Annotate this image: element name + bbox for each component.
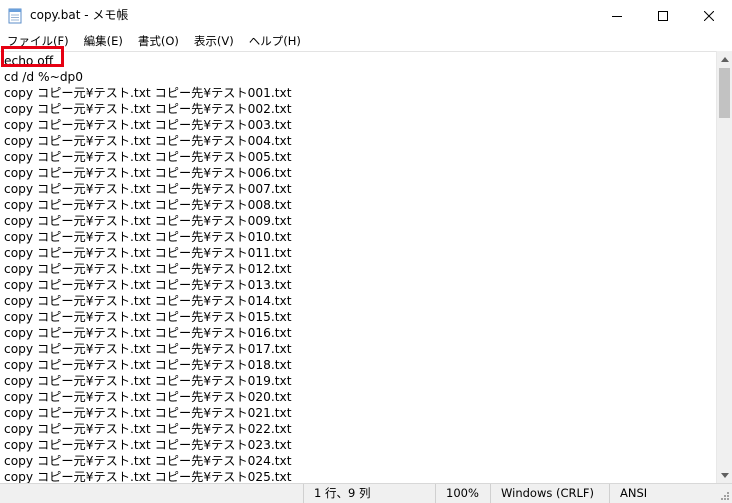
scroll-thumb[interactable] [719,68,730,118]
text-line[interactable]: echo off [4,53,292,69]
maximize-button[interactable] [640,0,686,31]
scroll-up-button[interactable] [717,51,732,67]
text-line[interactable]: copy コピー元¥テスト.txt コピー先¥テスト012.txt [4,261,292,277]
resize-grip-icon[interactable] [718,487,730,501]
scroll-down-button[interactable] [717,467,732,483]
status-zoom: 100% [435,484,490,503]
title-bar[interactable]: copy.bat - メモ帳 [0,0,732,31]
text-line[interactable]: copy コピー元¥テスト.txt コピー先¥テスト022.txt [4,421,292,437]
notepad-icon [8,8,22,24]
close-icon [704,10,714,21]
menu-file[interactable]: ファイル(F) [0,32,76,50]
minimize-button[interactable] [594,0,640,31]
text-line[interactable]: copy コピー元¥テスト.txt コピー先¥テスト018.txt [4,357,292,373]
close-button[interactable] [686,0,732,31]
text-line[interactable]: copy コピー元¥テスト.txt コピー先¥テスト001.txt [4,85,292,101]
text-line[interactable]: copy コピー元¥テスト.txt コピー先¥テスト016.txt [4,325,292,341]
menu-bar: ファイル(F) 編集(E) 書式(O) 表示(V) ヘルプ(H) [0,31,732,51]
status-encoding: ANSI [609,484,716,503]
text-line[interactable]: copy コピー元¥テスト.txt コピー先¥テスト014.txt [4,293,292,309]
scroll-down-arrow-icon [721,472,729,478]
text-line[interactable]: copy コピー元¥テスト.txt コピー先¥テスト004.txt [4,133,292,149]
minimize-icon [612,15,622,17]
menu-help[interactable]: ヘルプ(H) [242,32,308,50]
status-line-ending: Windows (CRLF) [490,484,609,503]
text-line[interactable]: copy コピー元¥テスト.txt コピー先¥テスト002.txt [4,101,292,117]
text-line[interactable]: copy コピー元¥テスト.txt コピー先¥テスト024.txt [4,453,292,469]
text-line[interactable]: copy コピー元¥テスト.txt コピー先¥テスト023.txt [4,437,292,453]
text-editor[interactable]: echo off cd /d %~dp0 copy コピー元¥テスト.txt コピー… [0,51,716,484]
vertical-scrollbar[interactable] [716,51,732,483]
text-line[interactable]: copy コピー元¥テスト.txt コピー先¥テスト017.txt [4,341,292,357]
text-line[interactable]: copy コピー元¥テスト.txt コピー先¥テスト015.txt [4,309,292,325]
maximize-icon [658,10,668,21]
text-line[interactable]: copy コピー元¥テスト.txt コピー先¥テスト010.txt [4,229,292,245]
text-line[interactable]: copy コピー元¥テスト.txt コピー先¥テスト007.txt [4,181,292,197]
text-line[interactable]: copy コピー元¥テスト.txt コピー先¥テスト009.txt [4,213,292,229]
menu-format[interactable]: 書式(O) [131,32,186,50]
text-line[interactable]: copy コピー元¥テスト.txt コピー先¥テスト011.txt [4,245,292,261]
text-line[interactable]: copy コピー元¥テスト.txt コピー先¥テスト021.txt [4,405,292,421]
text-line[interactable]: copy コピー元¥テスト.txt コピー先¥テスト013.txt [4,277,292,293]
status-bar: 1 行、9 列 100% Windows (CRLF) ANSI [0,483,732,503]
window-title: copy.bat - メモ帳 [30,8,129,22]
text-line[interactable]: copy コピー元¥テスト.txt コピー先¥テスト006.txt [4,165,292,181]
text-line[interactable]: copy コピー元¥テスト.txt コピー先¥テスト003.txt [4,117,292,133]
editor-text[interactable]: echo off cd /d %~dp0 copy コピー元¥テスト.txt コピー… [4,53,292,484]
text-line[interactable]: copy コピー元¥テスト.txt コピー先¥テスト005.txt [4,149,292,165]
text-line[interactable]: copy コピー元¥テスト.txt コピー先¥テスト025.txt [4,469,292,484]
text-line[interactable]: cd /d %~dp0 [4,69,292,85]
menu-view[interactable]: 表示(V) [187,32,241,50]
scroll-up-arrow-icon [721,56,729,62]
status-cursor-position: 1 行、9 列 [303,484,435,503]
text-line[interactable]: copy コピー元¥テスト.txt コピー先¥テスト008.txt [4,197,292,213]
menu-edit[interactable]: 編集(E) [77,32,130,50]
text-line[interactable]: copy コピー元¥テスト.txt コピー先¥テスト020.txt [4,389,292,405]
text-line[interactable]: copy コピー元¥テスト.txt コピー先¥テスト019.txt [4,373,292,389]
